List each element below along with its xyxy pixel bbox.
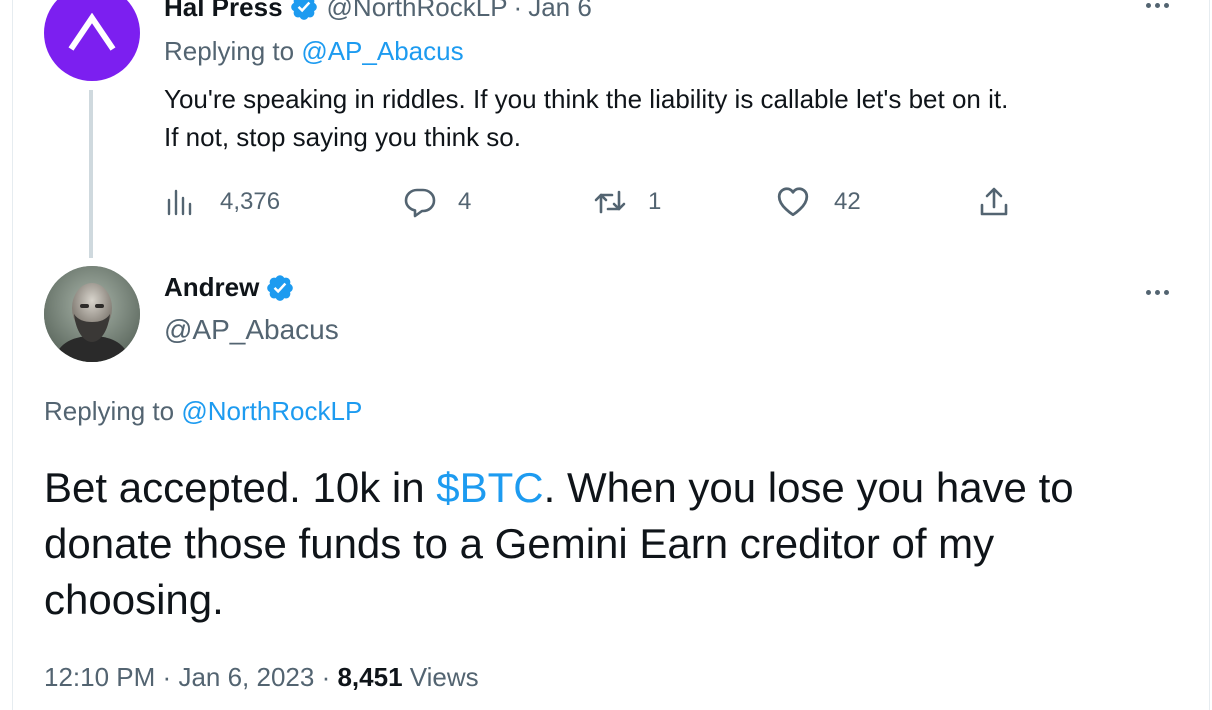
thread-connector-line xyxy=(89,90,93,258)
author-name[interactable]: Hal Press xyxy=(164,0,283,23)
avatar-portrait-image xyxy=(44,266,140,362)
share-icon xyxy=(980,187,1008,216)
retweet-icon xyxy=(594,190,626,214)
replying-to: Replying to @NorthRockLP xyxy=(44,396,362,427)
tweet-meta: 12:10 PM · Jan 6, 2023 · 8,451 Views xyxy=(44,662,479,693)
verified-badge-icon xyxy=(290,0,317,20)
retweet-count: 1 xyxy=(648,188,662,215)
main-tweet-author: Andrew xyxy=(164,272,303,303)
tweet-text-line: If not, stop saying you think so. xyxy=(164,122,521,152)
tweet-actions: 4,376 4 1 42 xyxy=(164,182,1024,222)
like-button[interactable]: 42 xyxy=(776,182,861,222)
separator-dot: · xyxy=(162,662,172,692)
views-button[interactable]: 4,376 xyxy=(164,182,280,222)
tweet-text-start: Bet accepted. 10k in xyxy=(44,464,437,511)
reply-button[interactable]: 4 xyxy=(404,182,471,222)
parent-tweet-text: You're speaking in riddles. If you think… xyxy=(164,80,1174,156)
author-handle[interactable]: @NorthRockLP xyxy=(327,0,508,23)
views-icon xyxy=(167,189,192,216)
replying-prefix: Replying to xyxy=(44,396,182,426)
verified-badge-icon xyxy=(267,274,294,301)
tweet-date[interactable]: Jan 6, 2023 xyxy=(178,662,314,692)
avatar-andrew[interactable] xyxy=(44,266,140,362)
views-count: 4,376 xyxy=(220,188,281,215)
retweet-button[interactable]: 1 xyxy=(594,182,661,222)
separator-dot: · xyxy=(513,0,523,22)
separator-dot: · xyxy=(321,662,331,692)
parent-tweet-header: Hal Press @NorthRockLP · Jan 6 xyxy=(164,0,592,27)
north-rock-logo-icon xyxy=(68,13,116,51)
share-button[interactable] xyxy=(978,182,1032,222)
views-count: 8,451 xyxy=(337,662,403,692)
replying-prefix: Replying to xyxy=(164,36,302,66)
tweet-date[interactable]: Jan 6 xyxy=(528,0,592,23)
more-icon[interactable] xyxy=(1137,0,1177,15)
like-icon xyxy=(777,187,809,217)
tweet-time[interactable]: 12:10 PM xyxy=(44,662,155,692)
like-count: 42 xyxy=(834,188,861,215)
main-tweet-text: Bet accepted. 10k in $BTC. When you lose… xyxy=(44,460,1184,628)
cashtag-link[interactable]: $BTC xyxy=(436,464,543,511)
views-label: Views xyxy=(409,662,479,692)
replying-to: Replying to @AP_Abacus xyxy=(164,36,464,67)
replying-to-link[interactable]: @AP_Abacus xyxy=(301,36,463,66)
reply-count: 4 xyxy=(458,188,472,215)
reply-icon xyxy=(404,188,436,218)
author-name[interactable]: Andrew xyxy=(164,272,259,303)
more-icon[interactable] xyxy=(1137,282,1177,302)
author-handle[interactable]: @AP_Abacus xyxy=(164,314,339,346)
tweet-text-line: You're speaking in riddles. If you think… xyxy=(164,84,1009,114)
replying-to-link[interactable]: @NorthRockLP xyxy=(181,396,362,426)
